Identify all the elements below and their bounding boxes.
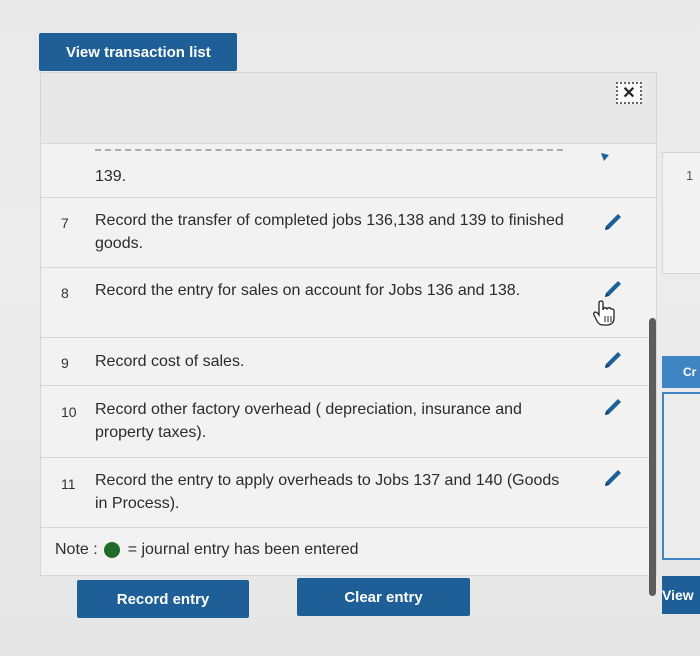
list-item: 7 Record the transfer of completed jobs … xyxy=(41,197,656,268)
row-number: 9 xyxy=(61,355,69,371)
list-item: 11 Record the entry to apply overheads t… xyxy=(41,457,656,528)
view-general-journal-button[interactable]: View xyxy=(662,576,700,614)
cr-label: Cr xyxy=(683,365,697,379)
view-transaction-list-label: View transaction list xyxy=(66,43,211,61)
record-entry-label: Record entry xyxy=(116,590,210,608)
list-item: 8 Record the entry for sales on account … xyxy=(41,267,656,338)
row-description: Record the entry to apply overheads to J… xyxy=(95,472,560,512)
cr-column-header: Cr xyxy=(662,356,700,388)
edit-pencil-icon[interactable] xyxy=(601,397,623,419)
clear-entry-button[interactable]: Clear entry xyxy=(297,578,470,616)
legend-note: Note : = journal entry has been entered xyxy=(55,541,359,559)
close-icon[interactable]: ✕ xyxy=(616,82,642,104)
note-prefix: Note : xyxy=(55,541,98,558)
list-item: 139. xyxy=(41,157,656,198)
view-label: View xyxy=(662,587,694,603)
list-item: 10 Record other factory overhead ( depre… xyxy=(41,385,656,458)
clear-entry-label: Clear entry xyxy=(344,588,423,606)
row-number: 8 xyxy=(61,285,69,301)
row-description: 139. xyxy=(95,168,127,185)
row-description: Record the transfer of completed jobs 13… xyxy=(95,212,564,252)
entered-dot-icon xyxy=(103,542,120,558)
row-number: 7 xyxy=(61,215,69,231)
transaction-list-panel: ✕ 139. 7 Record the transfer of complete… xyxy=(40,72,657,596)
right-panel-number: 1 xyxy=(686,168,694,183)
panel-header: ✕ xyxy=(41,73,656,144)
edit-pencil-icon[interactable] xyxy=(601,350,623,372)
edit-pencil-icon[interactable] xyxy=(601,212,623,234)
journal-lines-partial xyxy=(662,392,700,560)
edit-pencil-icon[interactable] xyxy=(601,468,623,490)
hand-cursor-icon xyxy=(593,300,615,326)
row-description: Record the entry for sales on account fo… xyxy=(95,282,521,299)
right-panel-partial: Cr View xyxy=(662,72,700,652)
row-description: Record cost of sales. xyxy=(95,353,245,370)
close-glyph: ✕ xyxy=(622,85,636,102)
row-number: 11 xyxy=(61,476,76,492)
row-number: 10 xyxy=(61,404,77,420)
view-transaction-list-button[interactable]: View transaction list xyxy=(39,33,237,71)
scrollbar[interactable] xyxy=(649,318,656,596)
record-entry-button[interactable]: Record entry xyxy=(77,580,249,618)
note-text: = journal entry has been entered xyxy=(127,541,359,558)
row-description: Record other factory overhead ( deprecia… xyxy=(95,401,522,441)
list-item: 9 Record cost of sales. xyxy=(41,337,656,386)
edit-pencil-icon[interactable] xyxy=(601,279,623,301)
right-panel-box xyxy=(662,152,700,274)
